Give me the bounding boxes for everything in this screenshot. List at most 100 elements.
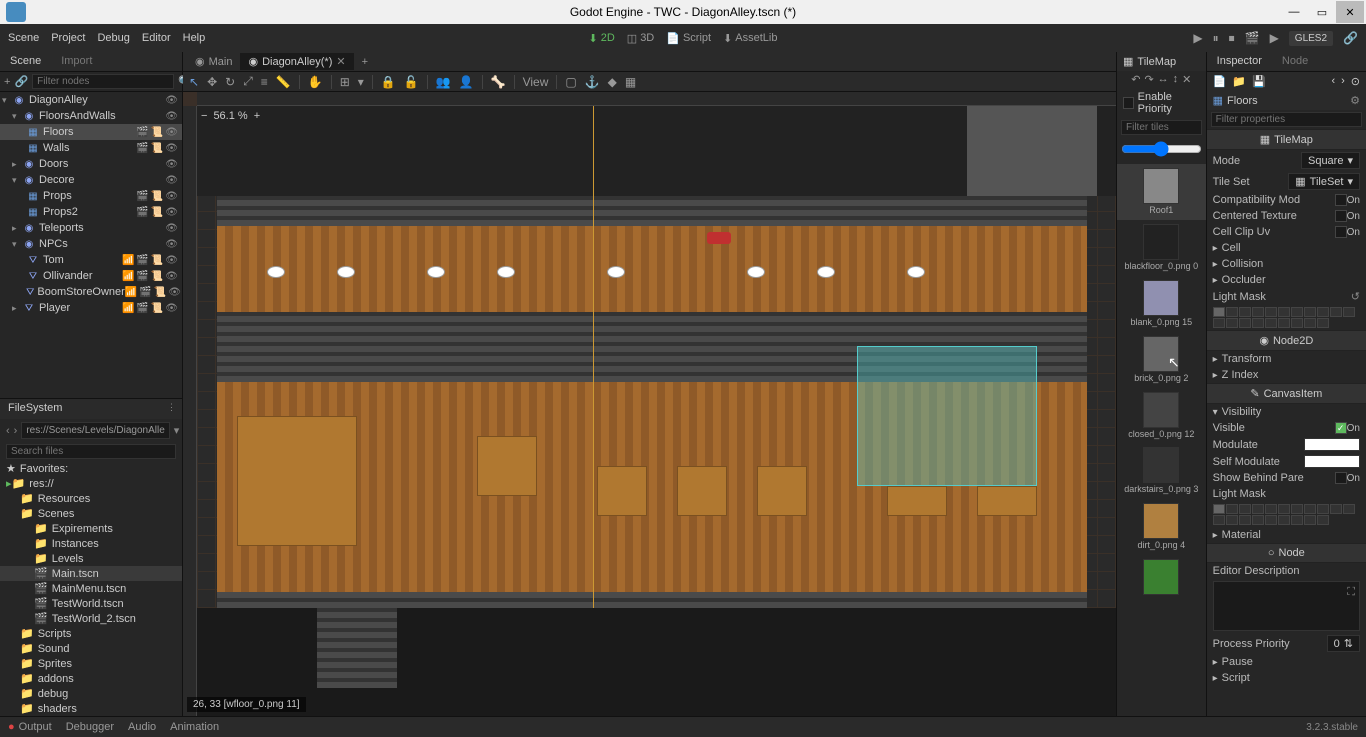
light-bit[interactable]: [1278, 318, 1290, 328]
light-bit[interactable]: [1330, 307, 1342, 317]
inspector-tab[interactable]: Inspector: [1207, 52, 1272, 71]
menu-editor[interactable]: Editor: [142, 32, 171, 44]
play-custom-button[interactable]: ▶: [1270, 31, 1279, 45]
inspector-filter-input[interactable]: [1211, 112, 1362, 127]
snap-options-icon[interactable]: ▾: [358, 75, 364, 89]
editor-tab-diagonalley[interactable]: ◉DiagonAlley(*)✕: [240, 53, 353, 70]
fs-folder[interactable]: 📁Instances: [0, 536, 182, 551]
expand-material[interactable]: ▸ Material: [1207, 527, 1366, 543]
renderer-dropdown[interactable]: GLES2: [1289, 31, 1333, 46]
scene-filter-input[interactable]: [32, 74, 174, 89]
modulate-color[interactable]: [1304, 438, 1360, 451]
fs-file[interactable]: 🎬MainMenu.tscn: [0, 581, 182, 596]
tile-item[interactable]: blackfloor_0.png 0: [1117, 220, 1206, 276]
tile-rotate-left-icon[interactable]: ↶: [1131, 73, 1140, 86]
tree-item[interactable]: ▦Props2 🎬📜👁: [0, 204, 182, 220]
pause-button[interactable]: ⏸: [1213, 31, 1219, 46]
tile-clear-icon[interactable]: ✕: [1182, 73, 1191, 86]
tile-filter-input[interactable]: [1121, 120, 1202, 135]
expand-collision[interactable]: ▸ Collision: [1207, 256, 1366, 272]
menu-scene[interactable]: Scene: [8, 32, 39, 44]
debugger-tab[interactable]: Debugger: [66, 721, 114, 733]
light-bit[interactable]: [1278, 504, 1290, 514]
tileset-dropdown[interactable]: ▦TileSet▾: [1288, 173, 1360, 190]
fs-folder[interactable]: 📁Resources: [0, 491, 182, 506]
unlock-icon[interactable]: 🔓: [404, 75, 419, 89]
visibility-icon[interactable]: 👁: [165, 111, 178, 122]
tile-item[interactable]: darkstairs_0.png 3: [1117, 443, 1206, 499]
visibility-icon[interactable]: 👁: [165, 239, 178, 250]
light-bit[interactable]: [1265, 318, 1277, 328]
tree-item[interactable]: ⛛Tom 📶🎬📜👁: [0, 252, 182, 268]
scale-tool-icon[interactable]: ⤢: [243, 74, 253, 89]
section-tilemap[interactable]: ▦TileMap: [1207, 129, 1366, 150]
fs-search-input[interactable]: [6, 444, 176, 459]
light-bit[interactable]: [1317, 515, 1329, 525]
visibility-icon[interactable]: 👁: [165, 271, 178, 282]
zoom-out-button[interactable]: −: [201, 110, 207, 122]
visibility-icon[interactable]: 👁: [165, 175, 178, 186]
viewport[interactable]: − 56.1 % +: [183, 92, 1116, 716]
more-toolbar-icon[interactable]: ▦: [625, 75, 636, 89]
light-bit[interactable]: [1252, 318, 1264, 328]
fs-file[interactable]: 🎬TestWorld.tscn: [0, 596, 182, 611]
self-modulate-color[interactable]: [1304, 455, 1360, 468]
light-bit[interactable]: [1343, 307, 1355, 317]
workspace-3d[interactable]: ◫ 3D: [627, 32, 654, 45]
tree-item-selected[interactable]: ▦Floors 🎬📜👁: [0, 124, 182, 140]
visibility-icon[interactable]: 👁: [165, 255, 178, 266]
link-icon[interactable]: 🔗: [1343, 31, 1358, 45]
light-bit[interactable]: [1239, 504, 1251, 514]
light-bit[interactable]: [1239, 515, 1251, 525]
light-bit[interactable]: [1252, 515, 1264, 525]
back-button[interactable]: ‹: [6, 425, 10, 437]
light-bit[interactable]: [1213, 504, 1225, 514]
fs-file[interactable]: 🎬TestWorld_2.tscn: [0, 611, 182, 626]
group-icon[interactable]: 👥: [436, 75, 451, 89]
tile-zoom-slider[interactable]: [1121, 141, 1202, 157]
fs-folder[interactable]: 📁Sprites: [0, 656, 182, 671]
light-bit[interactable]: [1317, 318, 1329, 328]
list-tool-icon[interactable]: ≡: [261, 75, 268, 89]
visibility-icon[interactable]: 👁: [165, 159, 178, 170]
visibility-icon[interactable]: 👁: [165, 95, 178, 106]
enable-priority-checkbox[interactable]: [1123, 97, 1134, 109]
tree-item[interactable]: ⛛BoomStoreOwner 📶🎬📜👁: [0, 284, 182, 300]
compat-checkbox[interactable]: [1335, 194, 1347, 206]
tree-item[interactable]: ▦Props 🎬📜👁: [0, 188, 182, 204]
fs-folder[interactable]: 📁addons: [0, 671, 182, 686]
new-tab-button[interactable]: +: [354, 54, 376, 70]
show-behind-checkbox[interactable]: [1335, 472, 1347, 484]
close-button[interactable]: ✕: [1336, 1, 1364, 23]
tile-item[interactable]: closed_0.png 12: [1117, 388, 1206, 444]
light-bit[interactable]: [1252, 504, 1264, 514]
fs-folder[interactable]: 📁Levels: [0, 551, 182, 566]
workspace-script[interactable]: 📄 Script: [666, 32, 711, 45]
play-button[interactable]: ▶: [1193, 31, 1202, 45]
light-bit[interactable]: [1213, 307, 1225, 317]
frame-icon[interactable]: ▢: [565, 75, 576, 89]
link-node-button[interactable]: 🔗: [14, 75, 28, 88]
light-bit[interactable]: [1330, 504, 1342, 514]
history-menu-icon[interactable]: ⊙: [1351, 75, 1360, 88]
centered-checkbox[interactable]: [1335, 210, 1347, 222]
anchor-icon[interactable]: ⚓: [585, 75, 600, 89]
expand-cell[interactable]: ▸ Cell: [1207, 240, 1366, 256]
tile-rotate-right-icon[interactable]: ↷: [1144, 73, 1153, 86]
play-scene-button[interactable]: 🎬: [1245, 31, 1260, 45]
visibility-icon[interactable]: 👁: [165, 191, 178, 202]
animation-tab[interactable]: Animation: [170, 721, 219, 733]
visibility-icon[interactable]: 👁: [165, 223, 178, 234]
expand-pause[interactable]: ▸ Pause: [1207, 654, 1366, 670]
light-bit[interactable]: [1343, 504, 1355, 514]
node-options-icon[interactable]: ⚙: [1350, 94, 1360, 107]
menu-project[interactable]: Project: [51, 32, 85, 44]
history-back-icon[interactable]: ‹: [1331, 75, 1335, 88]
visibility-icon[interactable]: 👁: [165, 207, 178, 218]
menu-help[interactable]: Help: [183, 32, 206, 44]
fs-favorites[interactable]: ★Favorites:: [0, 461, 182, 476]
light-bit[interactable]: [1213, 318, 1225, 328]
visibility-icon[interactable]: 👁: [165, 127, 178, 138]
node-tab[interactable]: Node: [1272, 52, 1318, 71]
workspace-assetlib[interactable]: ⬇ AssetLib: [723, 32, 777, 45]
